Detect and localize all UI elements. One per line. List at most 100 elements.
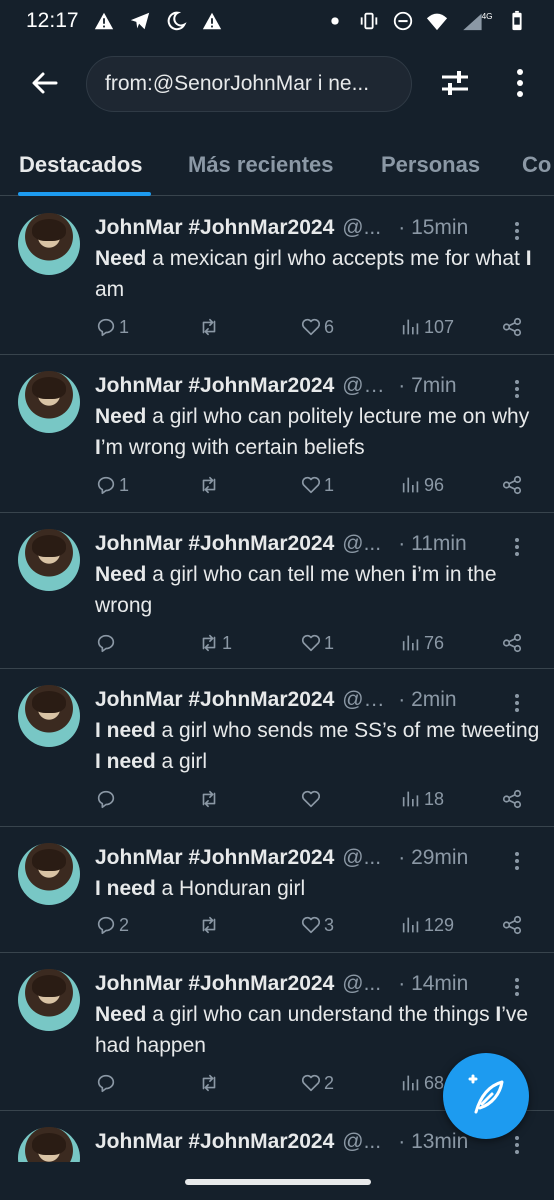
tweet-item[interactable]: JohnMar #JohnMar2024 @... · 15min Need a me…	[0, 197, 554, 355]
tweet-author-name[interactable]: JohnMar #JohnMar2024	[95, 846, 334, 870]
tweet-timestamp[interactable]: · 7min	[398, 374, 456, 398]
like-button[interactable]: 1	[300, 474, 334, 496]
share-button[interactable]	[501, 474, 523, 496]
tweet-author-handle[interactable]: @...	[342, 972, 394, 996]
tweet-author-handle[interactable]: @S...	[342, 374, 394, 398]
tweet-more-options-icon[interactable]	[508, 219, 526, 243]
reply-button[interactable]	[95, 788, 119, 810]
reply-button[interactable]: 1	[95, 316, 129, 338]
compose-tweet-button[interactable]	[443, 1053, 529, 1139]
views-count: 76	[424, 632, 445, 653]
tweet-timestamp[interactable]: · 14min	[398, 972, 468, 996]
retweet-button[interactable]: 1	[198, 632, 232, 654]
tweet-feed[interactable]: JohnMar #JohnMar2024 @... · 15min Need a me…	[0, 197, 554, 1162]
reply-icon	[97, 1074, 115, 1093]
tweet-timestamp[interactable]: · 13min	[398, 1130, 468, 1154]
like-button[interactable]: 2	[300, 1072, 334, 1094]
tab-destacados[interactable]: Destacados	[19, 152, 143, 178]
tweet-timestamp[interactable]: · 29min	[398, 846, 468, 870]
tweet-text: I need a Honduran girl	[95, 873, 545, 904]
tweet-timestamp[interactable]: · 15min	[398, 216, 468, 240]
tweet-timestamp[interactable]: · 11min	[398, 532, 466, 556]
share-button[interactable]	[501, 632, 523, 654]
warning-icon	[201, 10, 223, 32]
tweet-more-options-icon[interactable]	[508, 691, 526, 715]
share-button[interactable]	[501, 914, 523, 936]
search-input[interactable]: from:@SenorJohnMar i ne...	[86, 56, 412, 112]
retweet-icon	[202, 634, 216, 652]
avatar[interactable]	[18, 969, 80, 1031]
tab-cortado[interactable]: Co	[522, 152, 551, 178]
like-button[interactable]: 3	[300, 914, 334, 936]
tweet-author-name[interactable]: JohnMar #JohnMar2024	[95, 216, 334, 240]
reply-button[interactable]	[95, 632, 119, 654]
views-count: 18	[424, 788, 445, 809]
views-button[interactable]: 76	[400, 632, 444, 654]
more-options-button[interactable]	[506, 66, 534, 100]
do-not-disturb-icon	[392, 10, 414, 32]
share-button[interactable]	[501, 316, 523, 338]
share-button[interactable]	[501, 788, 523, 810]
share-icon	[502, 633, 522, 653]
avatar[interactable]	[18, 371, 80, 433]
tweet-more-options-icon[interactable]	[508, 1133, 526, 1157]
tweet-author-handle[interactable]: @S...	[342, 688, 394, 712]
tweet-more-options-icon[interactable]	[508, 377, 526, 401]
tweet-item[interactable]: JohnMar #JohnMar2024 @S... · 7min Need a gi…	[0, 355, 554, 513]
views-button[interactable]: 68	[400, 1072, 444, 1094]
avatar[interactable]	[18, 843, 80, 905]
avatar[interactable]	[18, 1127, 80, 1162]
reply-button[interactable]: 1	[95, 474, 129, 496]
tab-personas[interactable]: Personas	[381, 152, 480, 178]
retweet-button[interactable]	[198, 316, 222, 338]
views-button[interactable]: 129	[400, 914, 454, 936]
retweet-button[interactable]	[198, 474, 222, 496]
tweet-author-handle[interactable]: @...	[342, 1130, 394, 1154]
tweet-more-options-icon[interactable]	[508, 849, 526, 873]
tweet-text-highlight: I	[525, 247, 532, 270]
tab-mas-recientes[interactable]: Más recientes	[188, 152, 334, 178]
tweet-timestamp[interactable]: · 2min	[398, 688, 456, 712]
tweet-author-handle[interactable]: @...	[342, 846, 394, 870]
reply-button[interactable]	[95, 1072, 119, 1094]
avatar[interactable]	[18, 213, 80, 275]
home-indicator[interactable]	[185, 1179, 371, 1185]
tweet-author-name[interactable]: JohnMar #JohnMar2024	[95, 532, 334, 556]
back-button[interactable]	[28, 66, 62, 100]
share-icon	[502, 789, 522, 809]
tweet-more-options-icon[interactable]	[508, 975, 526, 999]
tweet-header: JohnMar #JohnMar2024 @S... · 7min	[95, 371, 540, 401]
tweet-item[interactable]: JohnMar #JohnMar2024 @... · 29min I need a …	[0, 827, 554, 953]
tweet-author-handle[interactable]: @...	[342, 532, 394, 556]
tweet-more-options-icon[interactable]	[508, 535, 526, 559]
retweet-button[interactable]	[198, 914, 222, 936]
views-icon	[402, 477, 419, 493]
reply-icon	[97, 790, 115, 809]
like-button[interactable]: 6	[300, 316, 334, 338]
views-button[interactable]: 96	[400, 474, 444, 496]
tweet-author-name[interactable]: JohnMar #JohnMar2024	[95, 688, 334, 712]
tweet-text-segment: a girl	[155, 750, 208, 773]
like-icon	[301, 318, 321, 336]
signal-icon: 4G	[460, 10, 494, 32]
retweet-button[interactable]	[198, 1072, 222, 1094]
avatar[interactable]	[18, 529, 80, 591]
tweet-author-name[interactable]: JohnMar #JohnMar2024	[95, 972, 334, 996]
views-button[interactable]: 18	[400, 788, 444, 810]
reply-button[interactable]: 2	[95, 914, 129, 936]
tweet-author-name[interactable]: JohnMar #JohnMar2024	[95, 374, 334, 398]
like-icon	[301, 790, 321, 808]
search-filters-button[interactable]	[438, 66, 472, 100]
views-button[interactable]: 107	[400, 316, 454, 338]
tweet-item[interactable]: JohnMar #JohnMar2024 @S... · 2min I need a …	[0, 669, 554, 827]
retweet-button[interactable]	[198, 788, 222, 810]
reply-count: 1	[119, 474, 130, 495]
like-button[interactable]	[300, 788, 324, 810]
like-button[interactable]: 1	[300, 632, 334, 654]
tweet-author-handle[interactable]: @...	[342, 216, 394, 240]
reply-icon	[97, 476, 115, 495]
retweet-icon	[202, 1074, 216, 1092]
tweet-author-name[interactable]: JohnMar #JohnMar2024	[95, 1130, 334, 1154]
tweet-item[interactable]: JohnMar #JohnMar2024 @... · 11min Need a gi…	[0, 513, 554, 669]
avatar[interactable]	[18, 685, 80, 747]
